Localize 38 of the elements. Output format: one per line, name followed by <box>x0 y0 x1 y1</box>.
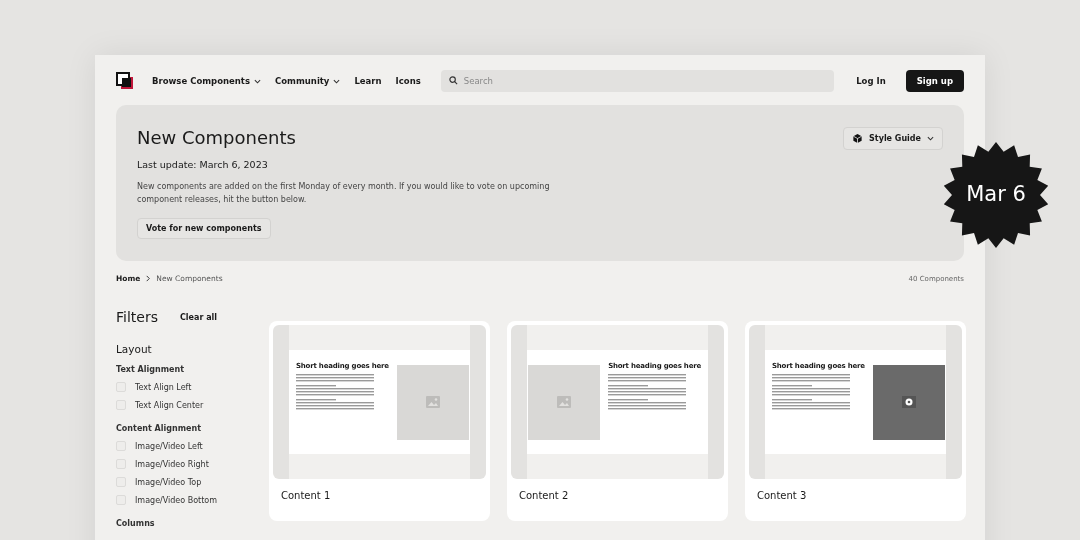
nav-link[interactable]: Learn <box>354 76 382 86</box>
page-title: New Components <box>137 127 296 148</box>
filter-group-title: Columns <box>116 519 156 528</box>
chevron-down-icon <box>927 135 934 142</box>
chevron-right-icon <box>145 275 152 282</box>
signup-button[interactable]: Sign up <box>905 70 964 92</box>
filter-option-label: Image/Video Top <box>135 477 202 487</box>
clear-all-link[interactable]: Clear all <box>179 312 218 322</box>
filter-option-label: Text Align Center <box>135 400 204 410</box>
cube-icon <box>852 133 864 144</box>
chevron-down-icon <box>254 77 261 85</box>
search-icon <box>448 76 458 85</box>
nav-link[interactable]: Browse Components <box>152 76 261 86</box>
search-field[interactable]: Search <box>440 70 835 92</box>
nav-link[interactable]: Icons <box>395 76 421 86</box>
filters-title: Filters <box>116 309 158 325</box>
filter-option-label: Text Align Left <box>135 382 192 392</box>
vote-button[interactable]: Vote for new components <box>137 218 271 239</box>
filter-option-label: Image/Video Left <box>135 441 203 451</box>
filter-option-label: Image/Video Right <box>135 459 209 469</box>
chevron-down-icon <box>333 77 341 85</box>
image-icon <box>557 396 572 408</box>
style-guide-dropdown[interactable]: Style Guide <box>843 127 943 150</box>
card-title: Content 1 <box>281 490 332 501</box>
play-icon <box>901 396 916 408</box>
card-title: Content 3 <box>757 490 808 501</box>
logo-icon[interactable] <box>116 72 134 90</box>
last-update-text: Last update: March 6, 2023 <box>137 159 269 170</box>
filter-group-title: Content Alignment <box>116 424 202 433</box>
badge-date-text: Mar 6 <box>965 182 1027 206</box>
image-icon <box>425 396 440 408</box>
login-link[interactable]: Log In <box>856 76 886 86</box>
card-title: Content 2 <box>519 490 570 501</box>
filter-option-label: Image/Video Bottom <box>135 495 218 505</box>
filter-section-title: Layout <box>116 343 153 355</box>
description-text: New components are added on the first Monday of every month. If you would like to vote on upcoming component releases, hit the button below. <box>137 181 551 206</box>
nav-link[interactable]: Community <box>275 76 341 86</box>
filter-group-title: Text Alignment <box>116 365 185 374</box>
